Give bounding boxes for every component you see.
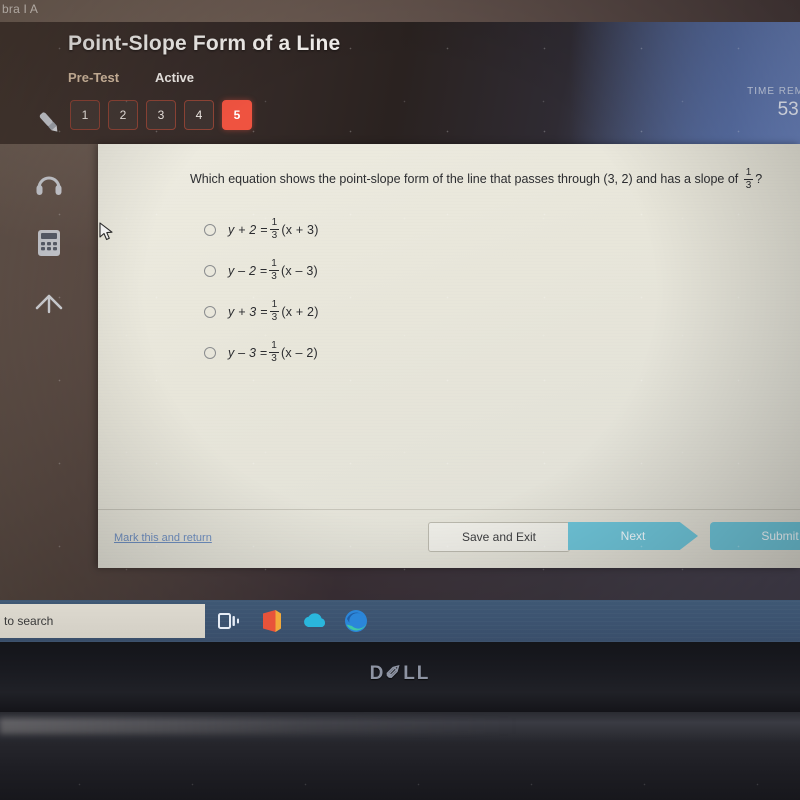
screen-vignette [0, 0, 800, 648]
office-icon[interactable] [259, 608, 285, 634]
deck-texture [0, 742, 800, 800]
laptop-deck [0, 742, 800, 800]
dell-logo: D✐LL [369, 663, 431, 684]
onedrive-icon[interactable] [301, 608, 327, 634]
search-placeholder: to search [4, 614, 54, 628]
search-input[interactable]: to search [0, 604, 205, 638]
screenshot-root: bra I A Point-Slope Form of a Line Pre-T… [0, 0, 800, 800]
hinge-highlight [0, 718, 520, 734]
task-view-icon[interactable] [215, 608, 241, 634]
windows-taskbar: to search [0, 600, 800, 642]
laptop-screen: bra I A Point-Slope Form of a Line Pre-T… [0, 0, 800, 648]
edge-icon[interactable] [343, 608, 369, 634]
